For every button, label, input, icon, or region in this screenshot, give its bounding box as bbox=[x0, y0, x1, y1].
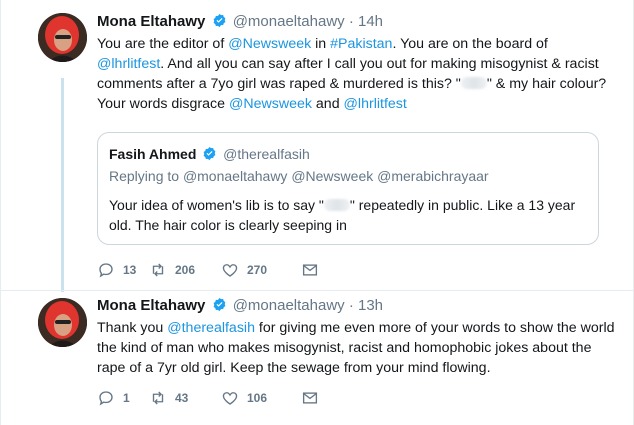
author-name[interactable]: Mona Eltahawy bbox=[97, 13, 205, 30]
timestamp[interactable]: 13h bbox=[358, 297, 383, 314]
text-segment: . You are on the board of bbox=[392, 36, 548, 52]
author-name[interactable]: Mona Eltahawy bbox=[97, 297, 205, 314]
like-icon bbox=[222, 392, 238, 405]
timestamp[interactable]: 14h bbox=[358, 13, 383, 30]
tweet-text: Thank you @therealfasih for giving me ev… bbox=[97, 318, 615, 378]
quote-author-handle[interactable]: @therealfasih bbox=[223, 146, 310, 162]
retweet-count: 43 bbox=[175, 391, 189, 405]
text-segment: You are the editor of bbox=[97, 36, 229, 52]
direct-message-icon bbox=[302, 264, 318, 276]
author-handle[interactable]: @monaeltahawy bbox=[233, 297, 345, 314]
verified-badge-icon bbox=[213, 297, 225, 312]
separator-dot: · bbox=[348, 297, 354, 314]
like-icon bbox=[222, 264, 238, 277]
retweet-icon bbox=[152, 263, 164, 277]
replying-label: Replying to bbox=[109, 168, 183, 184]
tweet-header: Mona Eltahawy @monaeltahawy · 14h bbox=[97, 12, 615, 32]
reply-icon bbox=[99, 391, 113, 406]
like-button[interactable]: 270 bbox=[221, 260, 301, 280]
reply-count: 13 bbox=[123, 263, 137, 277]
replying-mention[interactable]: @merabichrayaar bbox=[377, 168, 488, 184]
retweet-button[interactable]: 206 bbox=[149, 260, 221, 280]
tweet-actions: 13 206 270 bbox=[97, 260, 319, 280]
mention-link[interactable]: @Newsweek bbox=[229, 96, 312, 112]
mention-link[interactable]: @lhrlitfest bbox=[344, 96, 407, 112]
text-segment: Thank you bbox=[97, 320, 168, 336]
quote-text: Your idea of women's lib is to say " " re… bbox=[109, 195, 587, 235]
replying-mention[interactable]: @monaeltahawy bbox=[183, 168, 288, 184]
timeline-frame: Mona Eltahawy @monaeltahawy · 14h You ar… bbox=[0, 0, 634, 425]
reply-count: 1 bbox=[123, 391, 130, 405]
tweet[interactable]: Mona Eltahawy @monaeltahawy · 14h You ar… bbox=[1, 0, 634, 291]
replying-to: Replying to @monaeltahawy @Newsweek @mer… bbox=[109, 167, 587, 185]
mention-link[interactable]: @Newsweek bbox=[228, 36, 311, 52]
reply-icon bbox=[99, 263, 113, 278]
quoted-tweet[interactable]: Fasih Ahmed @therealfasih Replying to @m… bbox=[97, 132, 599, 245]
blurred-word bbox=[460, 77, 487, 89]
reply-button[interactable]: 13 bbox=[97, 260, 149, 280]
text-segment: in bbox=[311, 36, 331, 52]
direct-message-button[interactable] bbox=[301, 388, 319, 408]
tweet-header: Mona Eltahawy @monaeltahawy · 13h bbox=[97, 296, 615, 316]
retweet-count: 206 bbox=[175, 263, 196, 277]
verified-badge-icon bbox=[213, 13, 225, 28]
direct-message-icon bbox=[302, 392, 318, 404]
direct-message-button[interactable] bbox=[301, 260, 319, 280]
like-count: 106 bbox=[247, 391, 268, 405]
separator-dot: · bbox=[348, 13, 354, 30]
avatar[interactable] bbox=[38, 298, 87, 347]
hashtag-link[interactable]: #Pakistan bbox=[330, 36, 392, 52]
tweet[interactable]: Mona Eltahawy @monaeltahawy · 13h Thank … bbox=[1, 291, 634, 425]
text-segment: and bbox=[311, 96, 344, 112]
like-button[interactable]: 106 bbox=[221, 388, 301, 408]
retweet-icon bbox=[152, 391, 164, 405]
quote-author-name[interactable]: Fasih Ahmed bbox=[109, 146, 196, 162]
retweet-button[interactable]: 43 bbox=[149, 388, 221, 408]
reply-button[interactable]: 1 bbox=[97, 388, 149, 408]
blurred-word bbox=[323, 199, 350, 211]
quote-header: Fasih Ahmed @therealfasih bbox=[109, 145, 587, 163]
replying-mention[interactable]: @Newsweek bbox=[291, 168, 373, 184]
mention-link[interactable]: @lhrlitfest bbox=[97, 56, 160, 72]
avatar[interactable] bbox=[38, 13, 87, 62]
text-segment: Your idea of women's lib is to say " bbox=[109, 197, 324, 213]
tweet-actions: 1 43 106 bbox=[97, 388, 319, 408]
verified-badge-icon bbox=[203, 146, 216, 161]
author-handle[interactable]: @monaeltahawy bbox=[233, 13, 345, 30]
tweet-text: You are the editor of @Newsweek in #Paki… bbox=[97, 34, 615, 114]
mention-link[interactable]: @therealfasih bbox=[167, 320, 255, 336]
like-count: 270 bbox=[247, 263, 268, 277]
